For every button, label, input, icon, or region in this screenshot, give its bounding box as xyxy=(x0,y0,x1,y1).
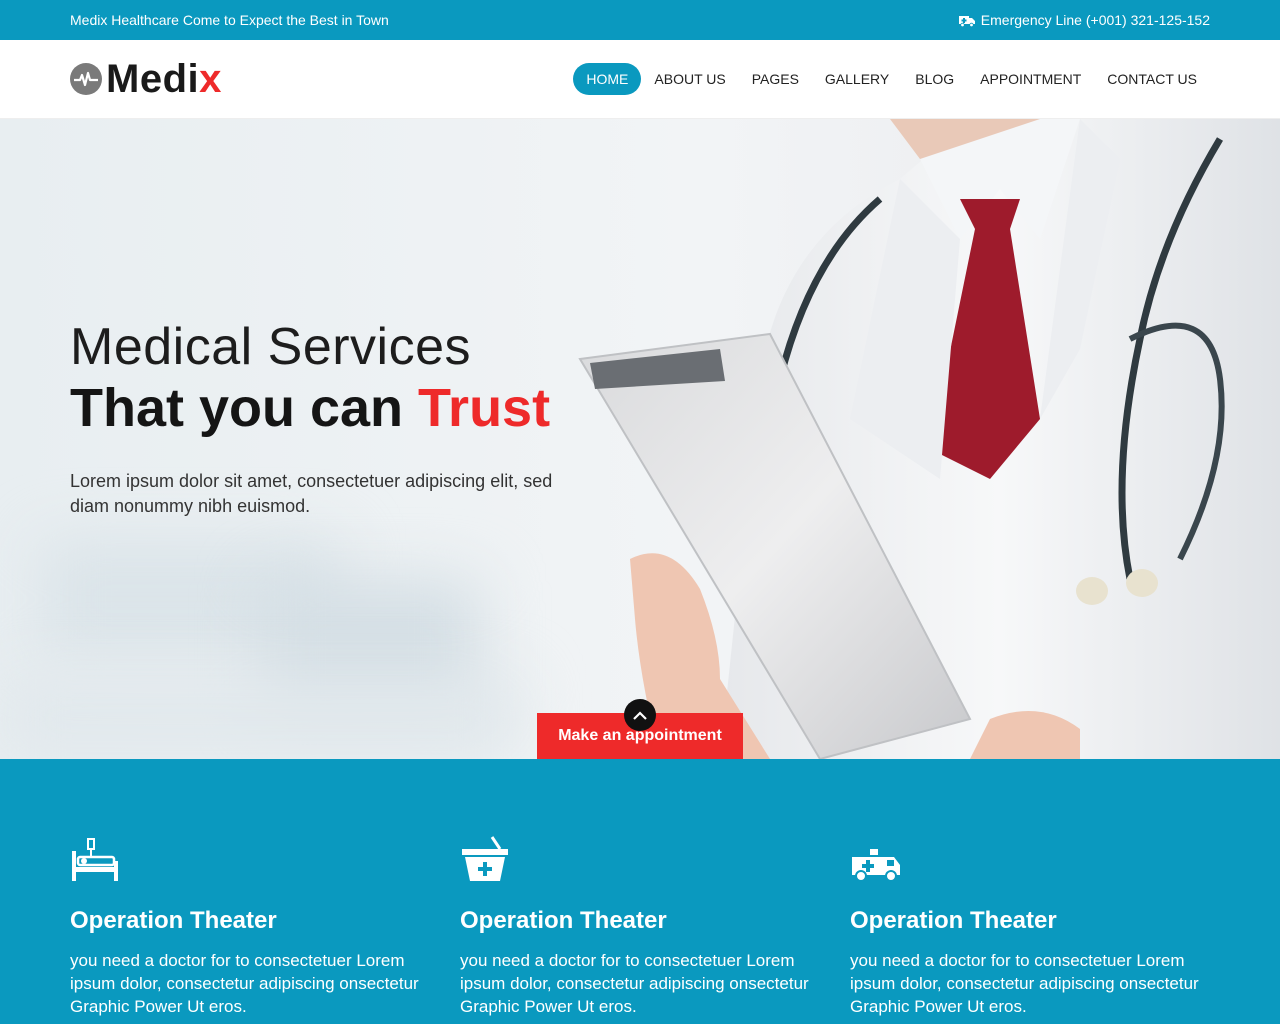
hero-headline-2: That you can Trust xyxy=(70,378,551,438)
nav-blog[interactable]: BLOG xyxy=(902,63,967,95)
heartbeat-icon xyxy=(70,63,102,95)
service-title: Operation Theater xyxy=(850,907,1057,934)
emergency-text: Emergency Line (+001) 321-125-152 xyxy=(980,12,1210,28)
hero-section: Medical Services That you can Trust Lore… xyxy=(0,119,1280,759)
services-section: Operation Theater you need a doctor for … xyxy=(0,759,1280,1024)
emergency-line[interactable]: Emergency Line (+001) 321-125-152 xyxy=(958,12,1210,28)
nav-home[interactable]: HOME xyxy=(573,63,642,95)
service-title: Operation Theater xyxy=(460,907,667,934)
service-card: Operation Theater you need a doctor for … xyxy=(70,759,420,1024)
service-description: you need a doctor for to consectetuer Lo… xyxy=(460,951,809,1016)
service-description: you need a doctor for to consectetuer Lo… xyxy=(70,951,419,1016)
nav-about-us[interactable]: ABOUT US xyxy=(641,63,738,95)
hero-headline-1: Medical Services xyxy=(70,318,472,376)
service-card: Operation Theater you need a doctor for … xyxy=(850,759,1200,1024)
nav-pages[interactable]: PAGES xyxy=(739,63,812,95)
nav-gallery[interactable]: GALLERY xyxy=(812,63,902,95)
medicine-basket-icon xyxy=(460,835,810,883)
site-header: Medix HOME ABOUT US PAGES GALLERY BLOG A… xyxy=(0,40,1280,119)
logo-text: Medix xyxy=(106,56,222,101)
tagline: Medix Healthcare Come to Expect the Best… xyxy=(70,12,389,28)
chevron-up-icon[interactable] xyxy=(624,699,656,731)
hero-text: Medical Services That you can Trust Lore… xyxy=(70,317,590,519)
nav-contact-us[interactable]: CONTACT US xyxy=(1094,63,1210,95)
nav-appointment[interactable]: APPOINTMENT xyxy=(967,63,1094,95)
service-card: Operation Theater you need a doctor for … xyxy=(460,759,810,1024)
hero-description: Lorem ipsum dolor sit amet, consectetuer… xyxy=(70,471,553,516)
service-title: Operation Theater xyxy=(70,907,277,934)
main-nav: HOME ABOUT US PAGES GALLERY BLOG APPOINT… xyxy=(573,63,1210,95)
hospital-bed-icon xyxy=(70,835,420,883)
service-description: you need a doctor for to consectetuer Lo… xyxy=(850,951,1199,1016)
doctor-image xyxy=(578,119,1280,759)
logo[interactable]: Medix xyxy=(70,57,222,102)
top-bar: Medix Healthcare Come to Expect the Best… xyxy=(0,0,1280,40)
ambulance-icon xyxy=(958,15,975,27)
ambulance-icon xyxy=(850,835,1200,883)
